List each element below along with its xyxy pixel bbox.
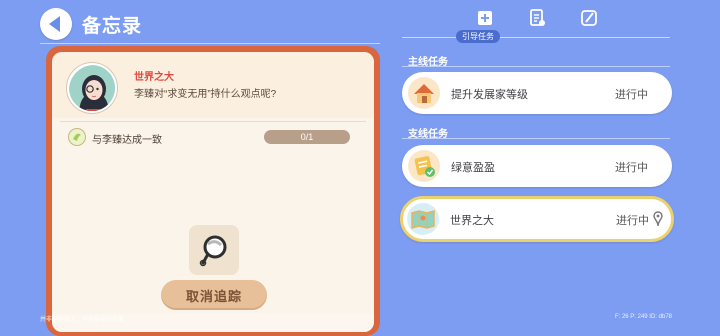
task-card-side-0[interactable]: 绿意盈盈 进行中 — [402, 145, 672, 187]
detail-divider — [60, 121, 366, 122]
task-detail-header: 世界之大 李臻对“求变无用”持什么观点呢? — [52, 52, 374, 118]
back-arrow-icon — [49, 16, 60, 32]
task-question: 李臻对“求变无用”持什么观点呢? — [134, 89, 277, 100]
task-status: 进行中 — [615, 89, 648, 101]
footer-disclaimer: 并非原画填入，可能非最终效果 — [40, 317, 125, 323]
task-label: 提升发展家等级 — [451, 89, 528, 101]
goal-progress-bar: 0/1 — [264, 130, 350, 144]
map-icon — [407, 203, 439, 235]
guide-task-icon[interactable] — [474, 7, 496, 29]
document-icon[interactable] — [526, 7, 548, 29]
cancel-tracking-button[interactable]: 取消追踪 — [161, 280, 267, 310]
house-icon — [408, 77, 440, 109]
task-item-slot[interactable] — [189, 225, 239, 275]
goal-label: 与李臻达成一致 — [92, 135, 162, 146]
task-label: 世界之大 — [450, 215, 494, 227]
task-detail-card: 世界之大 李臻对“求变无用”持什么观点呢? 与李臻达成一致 0/1 取消追踪 — [52, 52, 374, 332]
side-quest-divider — [402, 138, 670, 139]
npc-avatar — [67, 63, 117, 113]
quill-icon[interactable] — [578, 7, 600, 29]
task-name: 世界之大 — [134, 72, 174, 83]
task-goal-row: 与李臻达成一致 0/1 — [68, 128, 358, 146]
tab-divider — [402, 37, 670, 38]
task-card-main-0[interactable]: 提升发展家等级 进行中 — [402, 72, 672, 114]
goal-bullet-icon — [68, 128, 86, 146]
progress-text: 0/1 — [300, 132, 314, 142]
task-status: 进行中 — [616, 215, 649, 227]
location-pin-icon — [653, 211, 663, 227]
tab-bar — [470, 7, 610, 31]
green-task-icon — [408, 150, 440, 182]
task-status: 进行中 — [615, 162, 648, 174]
back-button[interactable] — [40, 8, 72, 40]
header-divider — [40, 43, 380, 44]
main-quest-divider — [402, 66, 670, 67]
footer-debug-info: F: 26 P: 249 ID: db78 — [614, 314, 672, 320]
magnifier-item-icon — [199, 235, 227, 267]
page-title: 备忘录 — [82, 16, 143, 37]
task-card-side-1-tracked[interactable]: 世界之大 进行中 — [400, 196, 674, 242]
task-label: 绿意盈盈 — [451, 162, 495, 174]
tab-guide-task-label[interactable]: 引导任务 — [456, 30, 500, 43]
